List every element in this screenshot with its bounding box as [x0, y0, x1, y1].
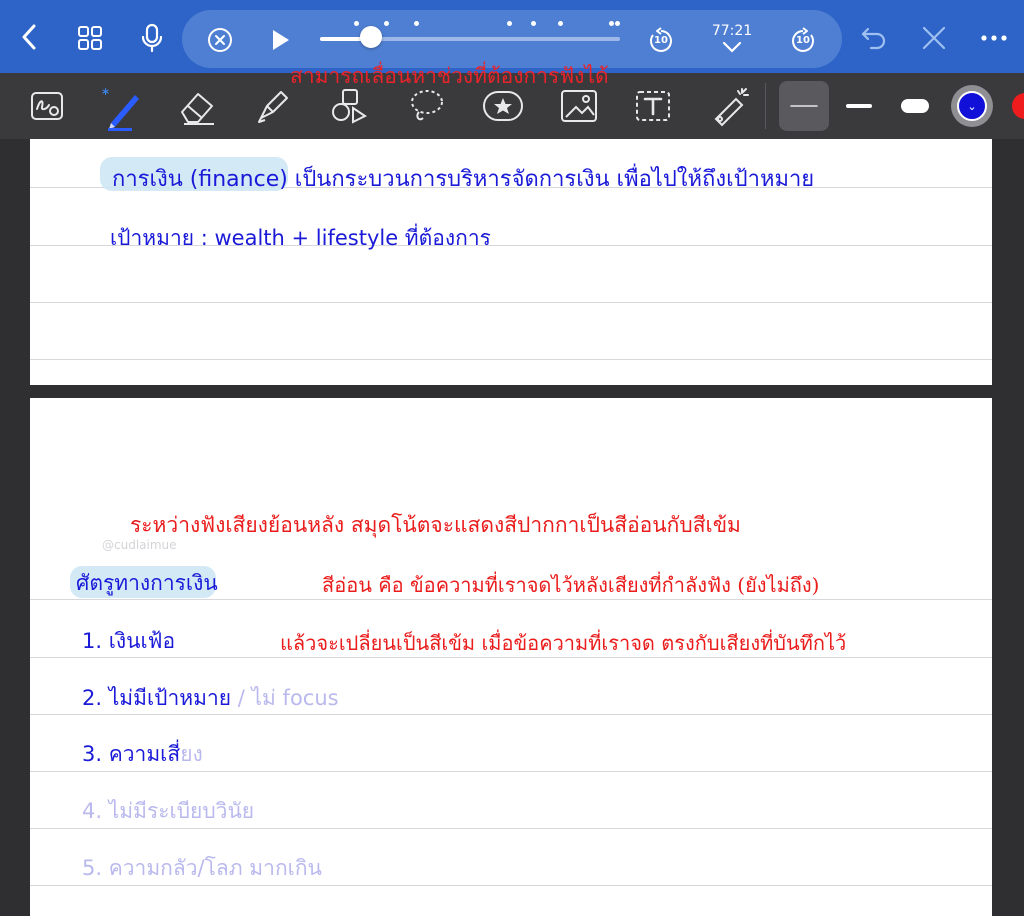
list-item: 2. ไม่มีเป้าหมาย / ไม่ focus [82, 682, 339, 715]
handwriting-line-1: การเงิน (finance) เป็นกระบวนการบริหารจัด… [112, 161, 814, 196]
scrub-hint-annotation: สามารถเลื่อนหาช่วงที่ต้องการฟังได้ [290, 64, 609, 88]
recording-mark[interactable] [507, 21, 512, 26]
term-finance: การเงิน (finance) [112, 167, 288, 192]
laser-pointer-icon[interactable] [706, 73, 756, 139]
ruled-line [30, 302, 992, 303]
toolbar-separator [765, 83, 766, 129]
note-page-2[interactable]: @cudlaimue ระหว่างฟังเสียงย้อนหลัง สมุดโ… [30, 398, 992, 916]
play-icon[interactable] [266, 26, 294, 54]
list-heading: ศัตรูทางการเงิน [76, 571, 218, 595]
more-icon[interactable] [978, 24, 1010, 52]
svg-text:∗: ∗ [101, 85, 110, 98]
skip-back-label: 10 [654, 35, 668, 46]
recording-mark[interactable] [558, 21, 563, 26]
definition-text: เป็นกระบวนการบริหารจัดการเงิน เพื่อไปให้… [287, 167, 815, 192]
recording-mark[interactable] [354, 21, 359, 26]
ruled-line [30, 828, 992, 829]
list-item-upcoming: / ไม่ focus [231, 686, 339, 710]
undo-icon[interactable] [858, 22, 890, 54]
handwriting-line-2: เป้าหมาย : wealth + lifestyle ที่ต้องการ [110, 226, 491, 250]
close-circle-icon[interactable] [206, 26, 234, 54]
color-red-swatch[interactable] [1012, 93, 1024, 119]
list-item-heard: 2. ไม่มีเป้าหมาย [82, 686, 232, 710]
stroke-medium-icon[interactable] [836, 73, 882, 139]
recording-mark[interactable] [384, 21, 389, 26]
skip-forward-label: 10 [796, 35, 810, 46]
ruled-line [30, 771, 992, 772]
playback-time: 77:21 [711, 23, 753, 39]
eraser-icon[interactable] [172, 73, 222, 139]
recording-mark[interactable] [531, 21, 536, 26]
chevron-down-icon: ⌄ [957, 91, 987, 121]
color-blue-selected[interactable]: ⌄ [951, 85, 993, 127]
skip-forward-icon[interactable]: 10 [788, 26, 818, 56]
stroke-thin-icon[interactable] [779, 73, 829, 139]
list-item-heard: 3. ความเสี่ [82, 742, 181, 766]
back-chevron-icon[interactable] [14, 22, 44, 52]
list-item: 1. เงินเฟ้อ [82, 629, 176, 653]
note-page-1[interactable]: การเงิน (finance) เป็นกระบวนการบริหารจัด… [30, 139, 992, 385]
ruled-line [30, 359, 992, 360]
chevron-down-icon[interactable] [722, 41, 742, 53]
microphone-icon[interactable] [136, 20, 168, 56]
list-item: 4. ไม่มีระเบียบวินัย [82, 799, 255, 823]
skip-back-icon[interactable]: 10 [646, 26, 676, 56]
recording-mark[interactable] [414, 21, 419, 26]
annotation-line-3: แล้วจะเปลี่ยนเป็นสีเข้ม เมื่อข้อความที่เ… [280, 631, 847, 655]
list-item-upcoming: ยง [180, 742, 203, 766]
annotation-line-1: ระหว่างฟังเสียงย้อนหลัง สมุดโน้ตจะแสดงสี… [130, 513, 741, 537]
scrubber-knob[interactable] [360, 26, 382, 48]
pen-tools-icon[interactable] [918, 22, 950, 54]
list-item: 5. ความกลัว/โลภ มากเกิน [82, 856, 322, 880]
recording-mark[interactable] [615, 21, 620, 26]
annotation-line-2: สีอ่อน คือ ข้อความที่เราจดไว้หลังเสียงที… [322, 573, 820, 597]
pen-tool-icon[interactable]: ∗ [96, 73, 146, 139]
stroke-thick-icon[interactable] [892, 73, 938, 139]
grid-view-icon[interactable] [74, 22, 106, 54]
recording-mark[interactable] [609, 21, 614, 26]
ruled-line [30, 885, 992, 886]
list-item: 3. ความเสี่ยง [82, 738, 203, 771]
zoom-handwriting-icon[interactable] [26, 73, 68, 139]
